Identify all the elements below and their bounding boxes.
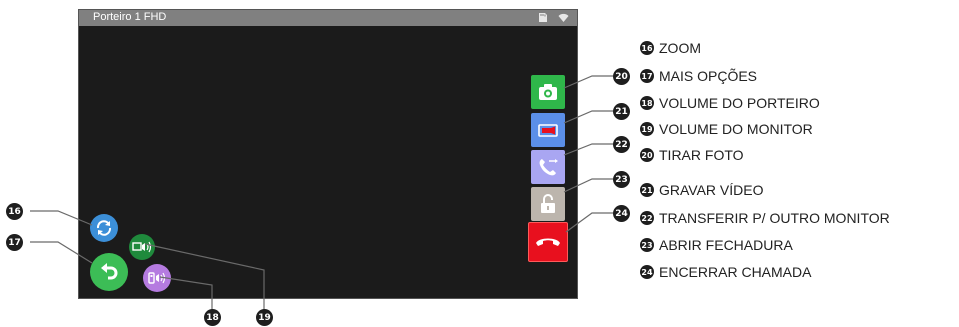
legend-item-monitor-volume: 19 VOLUME DO MONITOR <box>640 121 813 137</box>
legend-item-doorphone-volume: 18 VOLUME DO PORTEIRO <box>640 95 820 111</box>
phone-transfer-icon <box>539 159 558 176</box>
legend-item-record-video: 21 GRAVAR VÍDEO <box>640 182 764 198</box>
legend-item-take-photo: 20 TIRAR FOTO <box>640 147 744 163</box>
legend-number: 23 <box>640 238 654 252</box>
callout-18: 18 <box>204 309 221 326</box>
legend-number: 21 <box>640 183 654 197</box>
legend-label: VOLUME DO PORTEIRO <box>659 95 820 111</box>
end-call-button[interactable] <box>528 222 568 262</box>
callout-17: 17 <box>6 234 23 251</box>
legend-item-end-call: 24 ENCERRAR CHAMADA <box>640 264 811 280</box>
legend-label: MAIS OPÇÕES <box>659 68 758 84</box>
legend-label: VOLUME DO MONITOR <box>659 121 813 137</box>
unlock-icon <box>541 194 555 213</box>
legend-number: 16 <box>640 41 654 55</box>
legend-label: ENCERRAR CHAMADA <box>659 264 812 280</box>
legend-number: 19 <box>640 122 654 136</box>
doorphone-volume-button[interactable] <box>143 264 171 292</box>
doorphone-volume-icon <box>148 272 166 284</box>
record-video-button[interactable] <box>531 113 565 147</box>
legend-item-transfer: 22 TRANSFERIR P/ OUTRO MONITOR <box>640 210 890 226</box>
status-icons <box>537 12 569 23</box>
callout-21: 21 <box>613 103 630 120</box>
legend-number: 18 <box>640 96 654 110</box>
callout-20: 20 <box>613 68 630 85</box>
video-record-icon <box>538 124 558 137</box>
legend-item-zoom: 16 ZOOM <box>640 40 701 56</box>
legend-number: 22 <box>640 211 654 225</box>
legend-label: TIRAR FOTO <box>659 147 744 163</box>
legend-label: GRAVAR VÍDEO <box>659 182 764 198</box>
callout-19: 19 <box>256 309 273 326</box>
monitor-volume-icon <box>132 241 152 253</box>
legend-number: 20 <box>640 148 654 162</box>
legend-number: 24 <box>640 265 654 279</box>
wifi-icon <box>558 13 569 22</box>
unlock-button[interactable] <box>531 187 565 221</box>
screen-title: Porteiro 1 FHD <box>93 11 167 23</box>
callout-24: 24 <box>613 205 630 222</box>
legend-label: TRANSFERIR P/ OUTRO MONITOR <box>659 210 890 226</box>
zoom-icon <box>96 220 112 236</box>
legend-label: ZOOM <box>659 40 701 56</box>
take-photo-button[interactable] <box>531 75 565 109</box>
legend-label: ABRIR FECHADURA <box>659 237 793 253</box>
callout-22: 22 <box>613 136 630 153</box>
zoom-button[interactable] <box>90 214 118 242</box>
legend-item-more-options: 17 MAIS OPÇÕES <box>640 68 757 84</box>
legend-item-unlock: 23 ABRIR FECHADURA <box>640 237 793 253</box>
more-options-button[interactable] <box>90 253 128 291</box>
sd-card-icon <box>539 13 547 22</box>
back-arrow-icon <box>101 263 118 280</box>
callout-16: 16 <box>6 203 23 220</box>
transfer-button[interactable] <box>531 150 565 184</box>
monitor-volume-button[interactable] <box>129 234 155 260</box>
callout-23: 23 <box>613 171 630 188</box>
monitor-screen: Porteiro 1 FHD <box>78 9 578 299</box>
legend-number: 17 <box>640 69 654 83</box>
status-bar: Porteiro 1 FHD <box>79 10 577 26</box>
camera-icon <box>539 84 557 100</box>
hangup-icon <box>536 238 560 246</box>
